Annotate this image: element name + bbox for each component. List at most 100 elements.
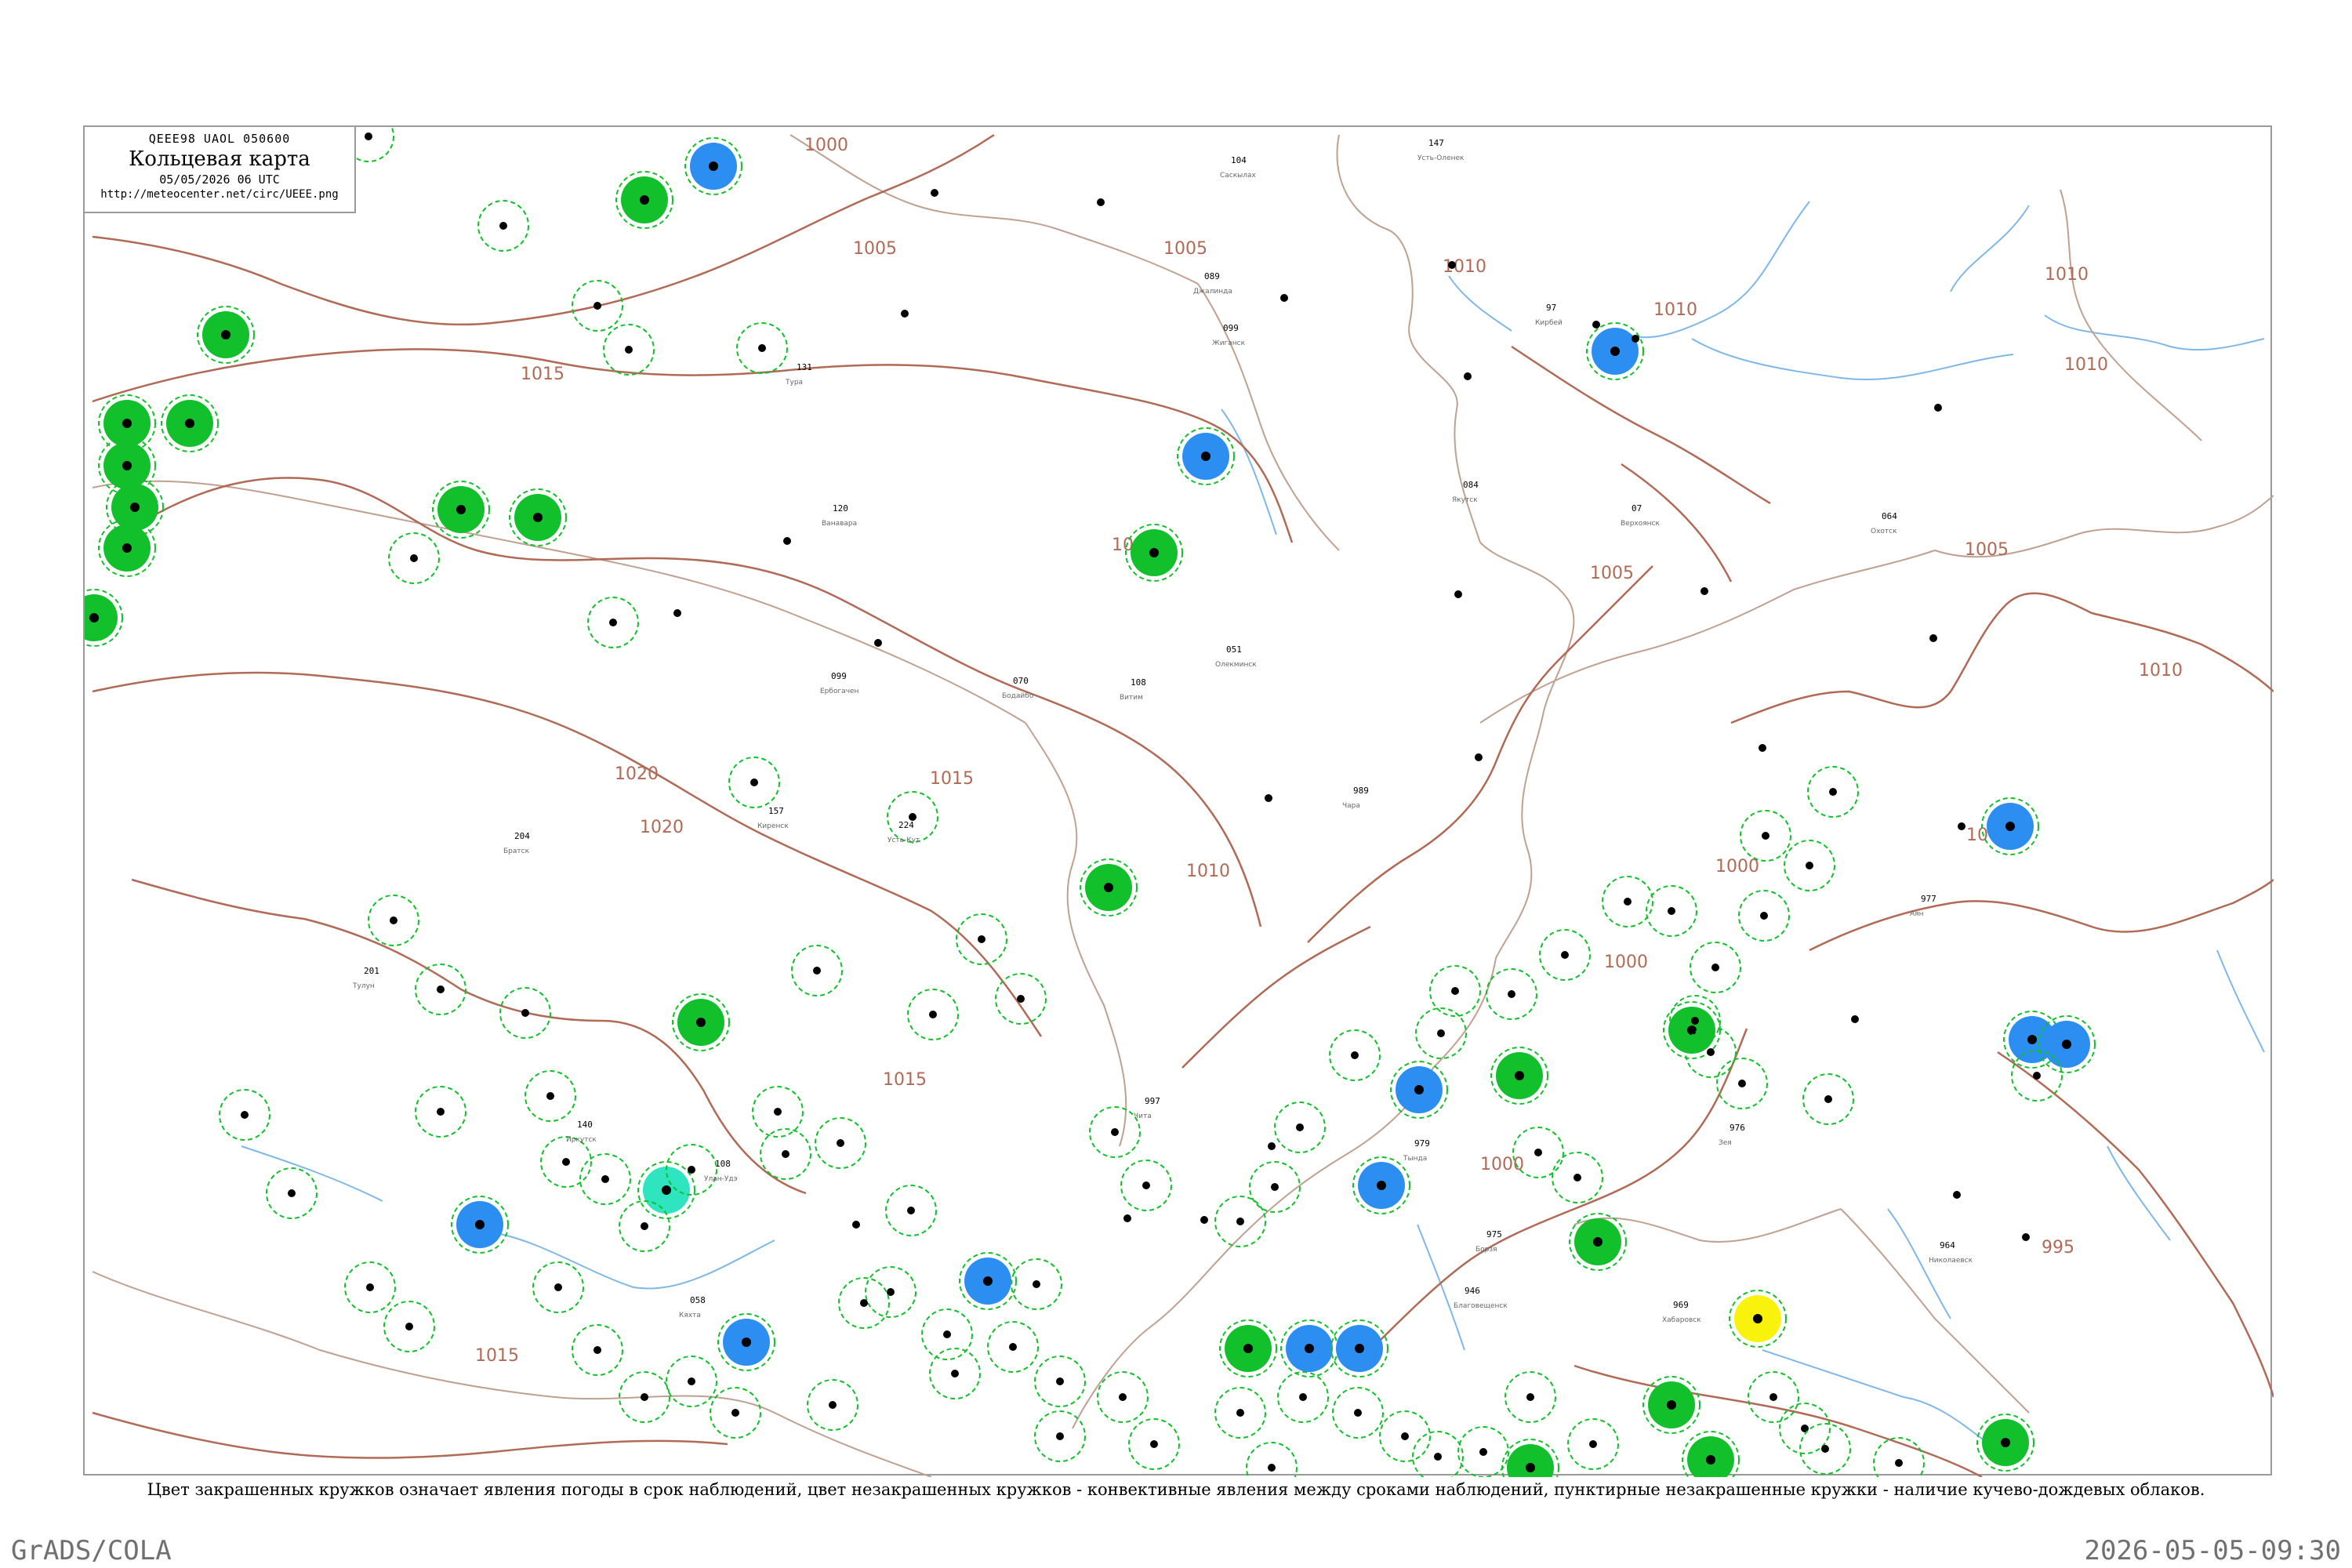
station[interactable]: Братск 204 [503,831,530,855]
station-dot [1700,587,1708,595]
station-dot [1851,1015,1859,1023]
station-dot [1624,898,1632,906]
station-dot [593,1346,601,1354]
station[interactable]: Борзя 975 [1475,1229,1502,1254]
station[interactable]: Хабаровск 969 [1662,1300,1701,1324]
station[interactable]: Ербогачен 099 [820,671,859,695]
station[interactable]: Чара 989 [1342,786,1369,810]
station-dot [405,1323,413,1330]
station[interactable]: Усть-Кут 224 [887,820,920,844]
station-pressure: 058 [690,1295,706,1305]
station-dot [1589,1440,1597,1448]
station[interactable]: Жиганск 099 [1212,323,1246,347]
footer-timestamp: 2026-05-05-09:30 [2084,1535,2341,1566]
station-dot [1953,1191,1961,1199]
station-dot [1056,1432,1064,1440]
station-name: Николаевск [1929,1257,1973,1265]
station-dot [1593,1237,1602,1247]
station-dot [2005,822,2015,831]
station-dot [221,330,230,339]
map-title: Кольцевая карта [129,147,310,171]
station[interactable]: Тура 131 [785,362,812,387]
isobar-label: 1020 [640,818,684,837]
station-name: Тулун [352,982,375,990]
station-dot [1265,794,1272,802]
station-dot [521,1009,529,1017]
isobar-label: 1005 [1965,540,2009,560]
station-pressure: 964 [1940,1240,1955,1250]
station[interactable]: Верхоянск 07 [1621,503,1661,528]
station[interactable]: Джалинда 089 [1193,271,1232,296]
station-pressure: 977 [1921,894,1936,904]
isobar-label: 1010 [2064,355,2108,375]
station-name: Ербогачен [820,688,859,695]
station-pressure: 204 [514,831,530,841]
station-pressure: 140 [577,1120,593,1130]
station-name: Чара [1342,802,1360,810]
isobar-label: 1010 [2139,661,2183,681]
station-dot [1526,1393,1534,1401]
station-pressure: 976 [1730,1123,1745,1133]
station-dot [1305,1344,1314,1353]
isobar-label: 1015 [883,1070,927,1090]
station[interactable]: Тулун 201 [352,966,379,990]
station[interactable]: Охотск 064 [1871,511,1897,535]
isobar-label: 1005 [853,239,897,259]
station-dot [1377,1181,1386,1190]
station-pressure: 201 [364,966,379,976]
isobar-label: 1020 [615,764,659,784]
station-dot [1508,990,1515,998]
station[interactable]: Олекминск 051 [1215,644,1257,669]
station-dot [1821,1445,1829,1453]
station[interactable]: Улан-Удэ 108 [704,1159,738,1183]
station-dot [1929,634,1937,642]
station[interactable]: Чита 997 [1134,1096,1160,1120]
station-dot [1104,883,1113,892]
station[interactable]: Киренск 157 [757,806,789,830]
station[interactable]: Иркутск 140 [566,1120,597,1144]
station-pressure: 104 [1231,155,1247,165]
station-dot [874,639,882,647]
borders [92,134,2274,1477]
station-dot [2062,1040,2071,1049]
station[interactable]: Усть-Оленек 147 [1417,138,1465,162]
station-dot [1434,1453,1442,1461]
station-dot [2022,1233,2030,1241]
station-dot [1354,1409,1362,1417]
station-dot [1464,372,1472,380]
station-name: Бодайбо [1002,692,1034,700]
station[interactable]: Зея 976 [1719,1123,1745,1147]
station[interactable]: Кирбей 97 [1535,303,1563,327]
station-dot [1454,590,1462,598]
station[interactable]: Тында 979 [1403,1138,1430,1163]
station-name: Тура [785,379,803,387]
station-dot [688,1166,695,1174]
station-name: Благовещенск [1454,1302,1508,1310]
station-dot [758,344,766,352]
isobar-label: 995 [2042,1238,2074,1258]
station-dot [783,537,791,545]
station-dot [1592,321,1600,328]
station[interactable]: Ванавара 120 [822,503,857,528]
station[interactable]: Якутск 084 [1452,480,1479,504]
station-dot [1668,907,1675,915]
station[interactable]: Саскылах 104 [1220,155,1257,180]
station[interactable]: Николаевск 964 [1929,1240,1973,1265]
station-dot [1268,1142,1276,1150]
station-dot [1299,1393,1307,1401]
station-pressure: 147 [1428,138,1444,148]
station-name: Хабаровск [1662,1316,1701,1324]
station-dot [1119,1393,1127,1401]
station-dot [1033,1280,1040,1288]
station-dot [130,503,140,512]
station-pressure: 099 [831,671,847,681]
station[interactable]: Благовещенск 946 [1454,1286,1508,1310]
station-dot [456,505,466,514]
station-dot [837,1139,844,1147]
map-url[interactable]: http://meteocenter.net/circ/UEEE.png [85,188,354,201]
station[interactable]: Витим 108 [1120,677,1146,702]
station[interactable]: Кяхта 058 [679,1295,706,1319]
station-dot [1829,788,1837,796]
station-name: Кирбей [1535,319,1563,327]
isobar-label: 1010 [1653,300,1697,320]
